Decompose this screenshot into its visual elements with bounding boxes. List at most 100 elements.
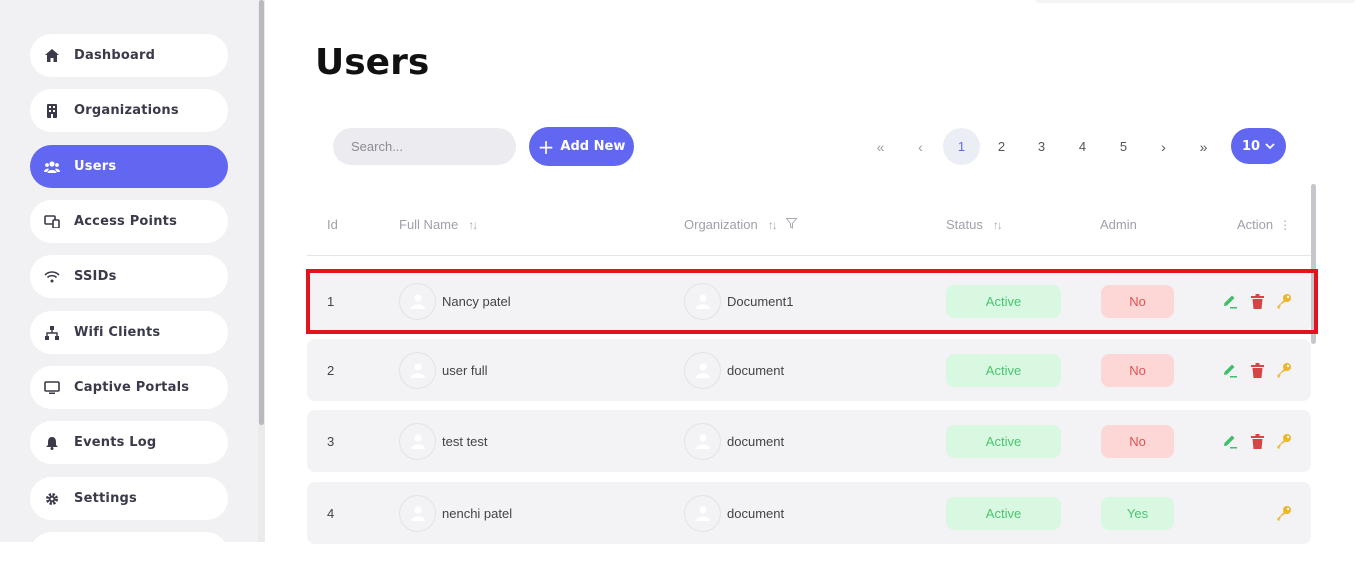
avatar bbox=[399, 494, 436, 532]
monitor-icon bbox=[44, 380, 60, 396]
per-page-select[interactable]: 10 bbox=[1231, 128, 1286, 164]
cell-admin: Yes bbox=[1101, 482, 1174, 544]
sidebar-item-captive-portals[interactable]: Captive Portals bbox=[30, 366, 228, 409]
full-name-text: user full bbox=[442, 362, 488, 378]
sidebar-item-label: Dashboard bbox=[74, 48, 156, 63]
last-page-button[interactable]: » bbox=[1185, 128, 1222, 165]
sort-icon[interactable]: ↑↓ bbox=[768, 218, 778, 232]
chevron-left-icon: ‹ bbox=[918, 138, 923, 155]
add-new-button[interactable]: + Add New bbox=[529, 127, 634, 166]
cell-organization: document bbox=[684, 410, 784, 472]
sidebar-item-access-points[interactable]: Access Points bbox=[30, 200, 228, 243]
sidebar-item-more[interactable] bbox=[30, 532, 228, 575]
column-label: Status bbox=[946, 217, 983, 232]
double-chevron-right-icon: » bbox=[1199, 138, 1208, 155]
table-header: Id Full Name ↑↓ Organization ↑↓ Status ↑↓ A… bbox=[307, 200, 1311, 256]
search-input[interactable] bbox=[333, 128, 516, 165]
column-header-id: Id bbox=[327, 217, 338, 232]
chevron-down-icon bbox=[1265, 140, 1275, 153]
users-icon bbox=[44, 159, 60, 175]
sidebar-item-dashboard[interactable]: Dashboard bbox=[30, 34, 228, 77]
sidebar-item-users[interactable]: Users bbox=[30, 145, 228, 188]
double-chevron-left-icon: « bbox=[876, 138, 885, 155]
filter-icon[interactable] bbox=[785, 217, 798, 232]
column-header-status[interactable]: Status ↑↓ bbox=[946, 217, 1003, 232]
page-button-5[interactable]: 5 bbox=[1105, 128, 1142, 165]
full-name-text: nenchi patel bbox=[442, 505, 513, 521]
delete-icon[interactable] bbox=[1247, 360, 1267, 380]
avatar bbox=[684, 422, 721, 460]
cell-organization: document bbox=[684, 482, 784, 544]
column-label: Action bbox=[1237, 217, 1274, 232]
table-row[interactable]: 2 user full document Active No bbox=[307, 339, 1311, 401]
organization-text: document bbox=[727, 505, 785, 521]
admin-badge: Yes bbox=[1101, 496, 1174, 530]
cell-full-name: test test bbox=[399, 410, 488, 472]
full-name-text: test test bbox=[442, 433, 488, 449]
wifi-icon bbox=[44, 269, 60, 285]
status-badge: Active bbox=[946, 424, 1061, 458]
column-header-organization[interactable]: Organization ↑↓ bbox=[684, 217, 798, 232]
admin-badge: No bbox=[1101, 424, 1174, 458]
column-label: Full Name bbox=[399, 217, 459, 232]
top-bar-edge bbox=[1035, 0, 1355, 3]
page-button-3[interactable]: 3 bbox=[1023, 128, 1060, 165]
cell-actions bbox=[1213, 339, 1294, 401]
network-icon bbox=[44, 325, 60, 341]
sidebar-item-events-log[interactable]: Events Log bbox=[30, 421, 228, 464]
cell-admin: No bbox=[1101, 339, 1174, 401]
devices-icon bbox=[44, 214, 60, 230]
chevron-right-icon: › bbox=[1161, 138, 1166, 155]
status-badge: Active bbox=[946, 496, 1061, 530]
table-row[interactable]: 4 nenchi patel document Active Yes bbox=[307, 482, 1311, 544]
sidebar-item-settings[interactable]: Settings bbox=[30, 477, 228, 520]
sidebar-item-wifi-clients[interactable]: Wifi Clients bbox=[30, 311, 228, 354]
cell-id: 2 bbox=[327, 362, 335, 378]
prev-page-button[interactable]: ‹ bbox=[902, 128, 939, 165]
more-vertical-icon[interactable]: ⋮ bbox=[1279, 218, 1291, 232]
column-header-full-name[interactable]: Full Name ↑↓ bbox=[399, 217, 478, 232]
status-badge: Active bbox=[946, 353, 1061, 387]
sidebar-item-ssids[interactable]: SSIDs bbox=[30, 255, 228, 298]
sidebar-item-label: Wifi Clients bbox=[74, 325, 161, 340]
table-scrollbar[interactable] bbox=[1310, 184, 1317, 542]
sidebar-scroll-thumb[interactable] bbox=[259, 0, 264, 425]
sort-icon[interactable]: ↑↓ bbox=[468, 218, 478, 232]
cell-id: 4 bbox=[327, 505, 335, 521]
column-header-admin: Admin bbox=[1100, 217, 1137, 232]
sort-icon[interactable]: ↑↓ bbox=[993, 218, 1003, 232]
key-icon[interactable] bbox=[1274, 431, 1294, 451]
edit-icon[interactable] bbox=[1220, 360, 1240, 380]
cell-actions bbox=[1267, 482, 1294, 544]
plus-icon: + bbox=[537, 134, 555, 159]
admin-badge: No bbox=[1101, 353, 1174, 387]
sidebar-item-label: Access Points bbox=[74, 214, 178, 229]
bell-icon bbox=[44, 435, 60, 451]
delete-icon[interactable] bbox=[1247, 431, 1267, 451]
table-row[interactable]: 3 test test document Active No bbox=[307, 410, 1311, 472]
building-icon bbox=[44, 103, 60, 119]
first-page-button[interactable]: « bbox=[862, 128, 899, 165]
page-button-1[interactable]: 1 bbox=[943, 128, 980, 165]
sidebar-item-organizations[interactable]: Organizations bbox=[30, 89, 228, 132]
key-icon[interactable] bbox=[1274, 360, 1294, 380]
cell-organization: document bbox=[684, 339, 784, 401]
edit-icon[interactable] bbox=[1220, 431, 1240, 451]
sidebar-item-label: SSIDs bbox=[74, 269, 117, 284]
next-page-button[interactable]: › bbox=[1145, 128, 1182, 165]
column-header-action: Action ⋮ bbox=[1237, 217, 1291, 232]
cell-full-name: nenchi patel bbox=[399, 482, 512, 544]
add-new-label: Add New bbox=[560, 139, 626, 154]
avatar bbox=[684, 351, 721, 389]
sidebar-item-label: Captive Portals bbox=[74, 380, 190, 395]
sidebar-item-label: Organizations bbox=[74, 103, 179, 118]
sidebar-item-label: Users bbox=[74, 159, 117, 174]
column-label: Organization bbox=[684, 217, 758, 232]
page-title: Users bbox=[315, 42, 430, 83]
page-button-2[interactable]: 2 bbox=[983, 128, 1020, 165]
key-icon[interactable] bbox=[1274, 503, 1294, 523]
page-button-4[interactable]: 4 bbox=[1064, 128, 1101, 165]
sidebar-scrollbar[interactable] bbox=[258, 0, 265, 542]
organization-text: document bbox=[727, 362, 785, 378]
avatar bbox=[399, 422, 436, 460]
